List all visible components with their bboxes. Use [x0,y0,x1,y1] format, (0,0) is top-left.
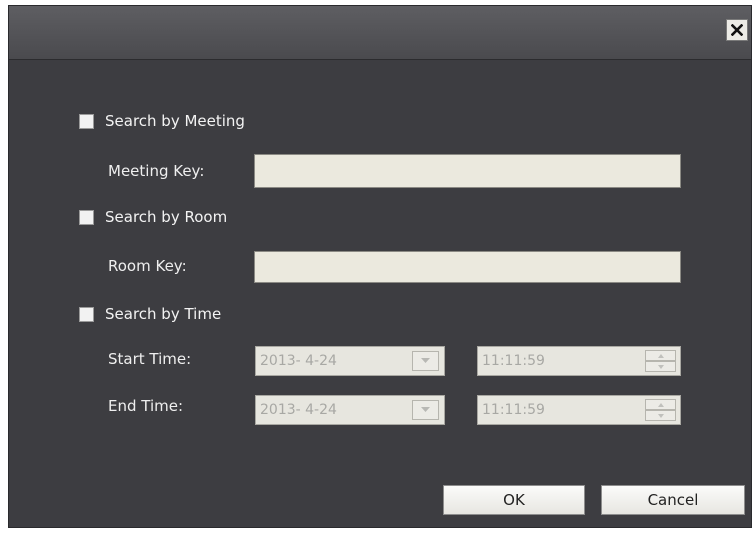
start-time-picker[interactable]: 11:11:59 [477,346,681,376]
start-time-spinner[interactable] [645,350,676,372]
room-key-label: Room Key: [108,257,187,275]
ok-button[interactable]: OK [443,485,585,515]
start-time-label: Start Time: [108,350,192,368]
search-by-time-label[interactable]: Search by Time [105,305,221,323]
title-bar [9,6,751,60]
spin-up-button[interactable] [645,350,676,361]
close-icon [731,24,743,36]
arrow-up-icon [657,402,664,407]
end-time-spinner[interactable] [645,399,676,421]
chevron-down-icon [421,358,430,363]
search-by-meeting-label[interactable]: Search by Meeting [105,112,245,130]
cancel-button[interactable]: Cancel [601,485,745,515]
end-time-picker[interactable]: 11:11:59 [477,395,681,425]
search-by-time-checkbox[interactable] [79,306,94,322]
search-by-room-row: Search by Room [79,208,227,226]
start-time-value: 11:11:59 [482,353,545,369]
search-dialog: Search by Meeting Meeting Key: Search by… [8,5,752,528]
chevron-down-icon [421,407,430,412]
room-key-input[interactable] [254,251,681,283]
end-time-value: 11:11:59 [482,402,545,418]
start-date-dropdown-button[interactable] [412,351,439,371]
meeting-key-label: Meeting Key: [108,162,205,180]
end-date-dropdown-button[interactable] [412,400,439,420]
start-date-picker[interactable]: 2013- 4-24 [255,346,445,376]
arrow-down-icon [657,364,664,369]
search-by-room-checkbox[interactable] [79,209,94,225]
spin-down-button[interactable] [645,361,676,372]
close-button[interactable] [726,19,748,41]
end-date-picker[interactable]: 2013- 4-24 [255,395,445,425]
spin-down-button[interactable] [645,410,676,421]
meeting-key-input[interactable] [254,154,681,188]
start-date-value: 2013- 4-24 [260,353,337,369]
end-time-label: End Time: [108,397,184,415]
search-by-room-label[interactable]: Search by Room [105,208,227,226]
arrow-down-icon [657,413,664,418]
search-by-time-row: Search by Time [79,305,221,323]
spin-up-button[interactable] [645,399,676,410]
search-by-meeting-row: Search by Meeting [79,112,245,130]
end-date-value: 2013- 4-24 [260,402,337,418]
search-by-meeting-checkbox[interactable] [79,113,94,129]
arrow-up-icon [657,353,664,358]
